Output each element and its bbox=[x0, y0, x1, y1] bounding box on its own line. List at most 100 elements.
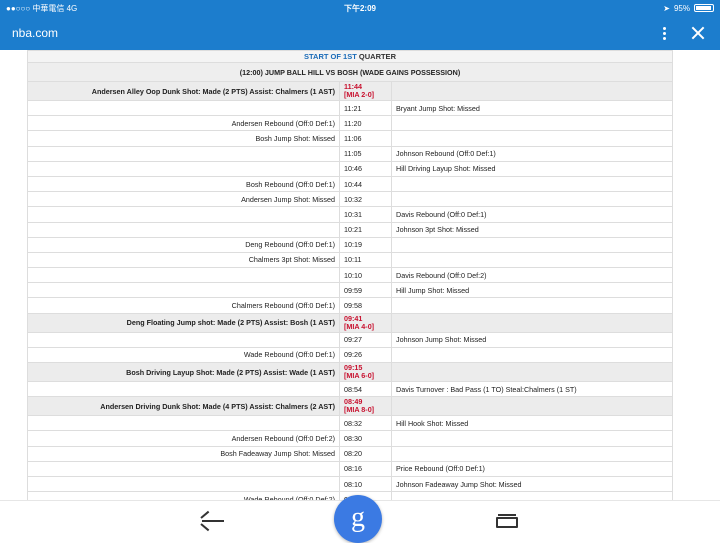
play-time-cell: 09:27 bbox=[339, 331, 392, 348]
play-row: Deng Floating Jump shot: Made (2 PTS) As… bbox=[27, 312, 673, 333]
status-right: ➤ 95% bbox=[474, 4, 714, 13]
status-time: 下午2:09 bbox=[343, 3, 376, 13]
home-play-text: Bosh Jump Shot: Missed bbox=[27, 130, 340, 147]
play-row: 10:46 Hill Driving Layup Shot: Missed bbox=[27, 160, 673, 177]
play-time: 09:26 bbox=[344, 350, 362, 360]
home-play-text: Chalmers 3pt Shot: Missed bbox=[27, 251, 340, 269]
google-search-button[interactable]: g bbox=[334, 495, 382, 543]
play-row: Bosh Driving Layup Shot: Made (2 PTS) As… bbox=[27, 362, 673, 382]
play-time: 10:32 bbox=[344, 194, 362, 204]
play-row: 08:54 Davis Turnover : Bad Pass (1 TO) St… bbox=[27, 380, 673, 398]
away-play-text: Bryant Jump Shot: Missed bbox=[391, 99, 673, 117]
battery-icon bbox=[694, 4, 714, 12]
play-time: 11:20 bbox=[344, 118, 362, 128]
score-update: [MIA 2-0] bbox=[344, 90, 375, 99]
browser-app-bar: nba.com bbox=[0, 16, 720, 50]
play-time: 09:27 bbox=[344, 335, 362, 345]
back-arrow-icon[interactable] bbox=[200, 510, 226, 532]
away-play-text bbox=[391, 445, 673, 462]
play-row: Andersen Jump Shot: Missed 10:32 bbox=[27, 191, 673, 208]
play-time: 10:46 bbox=[344, 164, 362, 174]
play-time: 10:44 bbox=[344, 179, 362, 189]
away-play-text bbox=[391, 312, 673, 333]
play-row: Deng Rebound (Off:0 Def:1) 10:19 bbox=[27, 236, 673, 253]
play-time-cell: 08:54 bbox=[339, 380, 392, 398]
play-time-cell: 10:46 bbox=[339, 160, 392, 177]
play-row: Chalmers 3pt Shot: Missed 10:11 bbox=[27, 251, 673, 269]
home-play-text: Andersen Driving Dunk Shot: Made (4 PTS)… bbox=[27, 396, 340, 417]
away-play-text bbox=[391, 236, 673, 253]
play-row: 09:27 Johnson Jump Shot: Missed bbox=[27, 331, 673, 348]
away-play-text bbox=[391, 251, 673, 269]
play-time-cell: 08:49 [MIA 8-0] bbox=[339, 396, 392, 417]
play-row: Wade Rebound (Off:0 Def:1) 09:26 bbox=[27, 346, 673, 364]
home-play-text: Bosh Fadeaway Jump Shot: Missed bbox=[27, 445, 340, 462]
page-domain[interactable]: nba.com bbox=[12, 26, 654, 40]
play-time-cell: 10:32 bbox=[339, 191, 392, 208]
play-time-cell: 11:20 bbox=[339, 115, 392, 132]
away-play-text bbox=[391, 362, 673, 382]
home-play-text bbox=[27, 380, 340, 398]
play-time: 08:16 bbox=[344, 464, 362, 474]
play-row: Bosh Rebound (Off:0 Def:1) 10:44 bbox=[27, 175, 673, 193]
play-time-cell: 10:21 bbox=[339, 221, 392, 238]
away-play-text: Johnson Fadeaway Jump Shot: Missed bbox=[391, 475, 673, 493]
play-time: 11:05 bbox=[344, 149, 362, 159]
play-row: Andersen Rebound (Off:0 Def:1) 11:20 bbox=[27, 115, 673, 132]
home-play-text: Chalmers Rebound (Off:0 Def:1) bbox=[27, 297, 340, 314]
play-row: 09:59 Hill Jump Shot: Missed bbox=[27, 282, 673, 299]
away-play-text: Johnson Jump Shot: Missed bbox=[391, 331, 673, 348]
away-play-text bbox=[391, 297, 673, 314]
play-row: 11:05 Johnson Rebound (Off:0 Def:1) bbox=[27, 145, 673, 162]
home-play-text: Deng Rebound (Off:0 Def:1) bbox=[27, 236, 340, 253]
bottom-navigation-bar: g bbox=[0, 495, 720, 543]
tabs-icon[interactable] bbox=[496, 514, 518, 528]
play-row: 10:31 Davis Rebound (Off:0 Def:1) bbox=[27, 206, 673, 223]
play-time-cell: 09:26 bbox=[339, 346, 392, 364]
home-play-text: Bosh Driving Layup Shot: Made (2 PTS) As… bbox=[27, 362, 340, 382]
quarter-number: 1ST bbox=[343, 52, 357, 61]
play-row: 10:10 Davis Rebound (Off:0 Def:2) bbox=[27, 267, 673, 284]
play-row: Bosh Fadeaway Jump Shot: Missed 08:20 bbox=[27, 445, 673, 462]
away-play-text bbox=[391, 115, 673, 132]
away-play-text: Davis Rebound (Off:0 Def:1) bbox=[391, 206, 673, 223]
away-play-text bbox=[391, 346, 673, 364]
home-play-text: Andersen Alley Oop Dunk Shot: Made (2 PT… bbox=[27, 81, 340, 101]
away-play-text bbox=[391, 175, 673, 193]
home-play-text bbox=[27, 206, 340, 223]
home-play-text: Wade Rebound (Off:0 Def:1) bbox=[27, 346, 340, 364]
away-play-text bbox=[391, 491, 673, 500]
play-time-cell: 09:58 bbox=[339, 297, 392, 314]
home-play-text: Bosh Rebound (Off:0 Def:1) bbox=[27, 175, 340, 193]
overflow-menu-icon[interactable] bbox=[654, 23, 674, 43]
home-play-text bbox=[27, 99, 340, 117]
play-time-cell: 08:32 bbox=[339, 415, 392, 432]
away-play-text: Hill Driving Layup Shot: Missed bbox=[391, 160, 673, 177]
away-play-text: Johnson 3pt Shot: Missed bbox=[391, 221, 673, 238]
score-update: [MIA 6-0] bbox=[344, 371, 375, 380]
battery-percent: 95% bbox=[673, 3, 690, 13]
play-time-cell: 08:20 bbox=[339, 445, 392, 462]
carrier-info: ●●○○○ 中華電信 4G bbox=[6, 3, 246, 14]
play-time-cell: 09:59 bbox=[339, 282, 392, 299]
home-play-text bbox=[27, 221, 340, 238]
home-play-text bbox=[27, 160, 340, 177]
quarter-header: START OF 1ST QUARTER bbox=[27, 50, 673, 63]
away-play-text bbox=[391, 430, 673, 447]
quarter-header-row: START OF 1ST QUARTER bbox=[27, 50, 673, 63]
play-time-cell: 11:05 bbox=[339, 145, 392, 162]
home-play-text: Andersen Rebound (Off:0 Def:2) bbox=[27, 430, 340, 447]
home-play-text: Andersen Rebound (Off:0 Def:1) bbox=[27, 115, 340, 132]
quarter-prefix: START OF bbox=[304, 52, 344, 61]
away-play-text bbox=[391, 81, 673, 101]
play-time-cell: 08:16 bbox=[339, 460, 392, 477]
page-content[interactable]: START OF 1ST QUARTER (12:00) JUMP BALL H… bbox=[0, 50, 720, 500]
close-icon[interactable] bbox=[688, 23, 708, 43]
play-time: 08:54 bbox=[344, 384, 362, 394]
play-time-cell: 10:10 bbox=[339, 267, 392, 284]
play-time: 11:21 bbox=[344, 103, 362, 113]
away-play-text bbox=[391, 130, 673, 147]
play-by-play-table: START OF 1ST QUARTER (12:00) JUMP BALL H… bbox=[27, 50, 673, 500]
play-time: 08:30 bbox=[344, 433, 362, 443]
play-row: 08:10 Johnson Fadeaway Jump Shot: Missed bbox=[27, 475, 673, 493]
